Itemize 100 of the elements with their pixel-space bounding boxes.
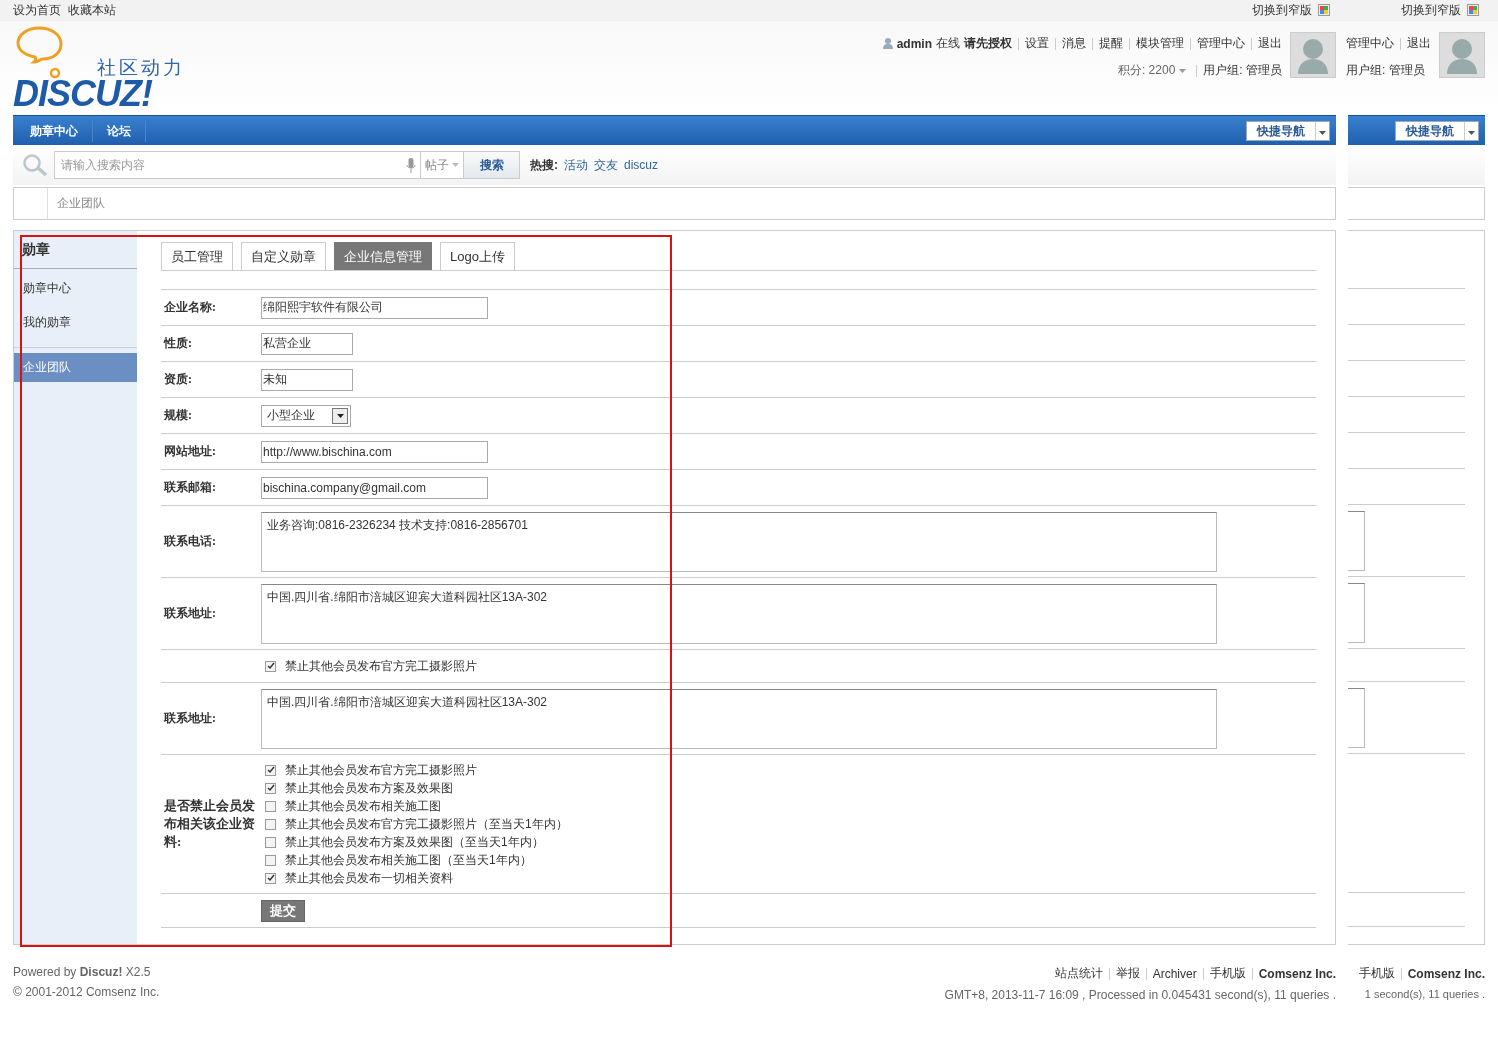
checkbox[interactable] (265, 782, 276, 794)
top-link[interactable]: 收藏本站 (68, 2, 116, 17)
user-menu-link[interactable]: 提醒 (1099, 35, 1123, 52)
text-field[interactable]: bischina.company@gmail.com (261, 476, 488, 499)
palette-icon (1467, 4, 1479, 16)
stats-text: 1 second(s), 11 queries . (1364, 988, 1485, 1000)
text-area[interactable]: 中国.四川省.绵阳市涪城区迎宾大道科园社区13A-302 (261, 688, 1217, 749)
checkbox-option[interactable]: 禁止其他会员发布官方完工摄影照片 (261, 763, 568, 777)
checkbox-option[interactable]: 禁止其他会员发布相关施工图（至当天1年内） (261, 853, 568, 867)
search-box[interactable]: 请输入搜索内容 (54, 151, 421, 179)
avatar[interactable] (1290, 32, 1336, 78)
top-link[interactable]: 设为首页 (13, 2, 61, 17)
user-menu-link[interactable]: 模块管理 (1136, 35, 1184, 52)
tab[interactable]: 员工管理 (161, 242, 233, 270)
sidebar-item[interactable]: 我的勋章 (14, 308, 137, 337)
breadcrumb-link[interactable]: 企业团队 (48, 188, 105, 219)
field-label: 联系地址: (162, 605, 217, 622)
checkbox[interactable] (265, 800, 276, 812)
field-label: 网站地址: (163, 443, 217, 460)
checkbox-option[interactable]: 禁止其他会员发布方案及效果图（至当天1年内） (261, 835, 568, 849)
checkbox[interactable] (265, 872, 276, 884)
text-field[interactable]: 未知 (261, 368, 353, 391)
avatar-silhouette-icon (1296, 36, 1330, 74)
text-field[interactable]: http://www.bischina.com (261, 440, 488, 463)
field-label: 联系电话: (162, 533, 217, 550)
field-label: 规模: (163, 407, 193, 424)
user-menu-link[interactable]: 退出 (1258, 35, 1282, 52)
user-menu-link[interactable]: 管理中心 (1197, 35, 1245, 52)
hot-search-link[interactable]: 交友 (594, 156, 618, 174)
footer-link[interactable]: 举报 (1115, 965, 1140, 982)
checkbox[interactable] (265, 836, 276, 848)
search-button[interactable]: 搜索 (464, 151, 520, 179)
microphone-icon (406, 157, 416, 173)
text-field[interactable]: 绵阳熙宇软件有限公司 (261, 296, 488, 319)
footer-link[interactable]: Archiver (1152, 966, 1197, 981)
search-field[interactable]: 请输入搜索内容 (55, 157, 406, 173)
caret-icon (1179, 68, 1187, 73)
checkbox[interactable] (265, 764, 276, 776)
search-icon (22, 153, 48, 177)
powered-by-text: Powered by Discuz! X2.5 (13, 965, 151, 979)
authorize-link[interactable]: 请先授权 (964, 35, 1012, 52)
usergroup-text: 用户组: 管理员 (1346, 62, 1425, 79)
checkbox[interactable] (265, 660, 276, 672)
quick-nav-button[interactable]: 快捷导航 (1395, 120, 1479, 141)
copyright-text: © 2001-2012 Comsenz Inc. (13, 985, 160, 999)
avatar-silhouette-icon (1445, 36, 1479, 74)
stats-text: GMT+8, 2013-11-7 16:09 , Processed in 0.045431 second(s), 11 queries . (944, 988, 1336, 1002)
user-menu-link[interactable]: 设置 (1025, 35, 1049, 52)
sidebar-title: 勋章 (14, 231, 137, 269)
company-link[interactable]: Comsenz Inc. (1258, 966, 1336, 981)
points-menu[interactable]: 积分: 2200 (1117, 62, 1187, 79)
checkbox-option[interactable]: 禁止其他会员发布官方完工摄影照片 (261, 659, 477, 673)
online-status: 在线 (936, 35, 960, 52)
field-label: 是否禁止会员发布相关该企业资料: (163, 797, 256, 851)
text-field[interactable]: 私营企业 (261, 332, 353, 355)
hot-search-link[interactable]: 活动 (564, 156, 588, 174)
user-menu-link[interactable]: 退出 (1407, 35, 1431, 52)
user-menu-link[interactable]: 管理中心 (1346, 35, 1394, 52)
field-label: 资质: (163, 371, 193, 388)
quick-nav-button[interactable]: 快捷导航 (1246, 120, 1330, 141)
site-logo[interactable]: 社区动力 DISCUZ! (13, 23, 193, 113)
user-menu-link[interactable]: 消息 (1062, 35, 1086, 52)
checkbox[interactable] (265, 818, 276, 830)
username-link[interactable]: admin (896, 36, 932, 51)
field-label: 性质: (162, 335, 193, 352)
narrow-switch-link[interactable]: 切换到窄版 (1401, 1, 1479, 19)
caret-icon (1319, 130, 1326, 135)
avatar[interactable] (1439, 32, 1485, 78)
nav-item[interactable]: 勋章中心 (16, 119, 93, 142)
search-type-dropdown[interactable]: 帖子 (421, 151, 464, 179)
tab[interactable]: 企业信息管理 (334, 242, 432, 270)
checkbox-option[interactable]: 禁止其他会员发布一切相关资料 (261, 871, 568, 885)
tab[interactable]: Logo上传 (440, 242, 515, 270)
footer-link[interactable]: 站点统计 (1054, 965, 1103, 982)
sidebar-item[interactable]: 勋章中心 (14, 274, 137, 303)
tab[interactable]: 自定义勋章 (241, 242, 326, 270)
caret-icon (452, 163, 459, 167)
text-area[interactable]: 中国.四川省.绵阳市涪城区迎宾大道科园社区13A-302 (261, 583, 1217, 644)
checkbox-option[interactable]: 禁止其他会员发布方案及效果图 (261, 781, 568, 795)
caret-icon (336, 413, 344, 418)
company-link[interactable]: Comsenz Inc. (1407, 966, 1485, 981)
narrow-switch-link[interactable]: 切换到窄版 (1252, 1, 1330, 19)
checkbox-option[interactable]: 禁止其他会员发布相关施工图 (261, 799, 568, 813)
submit-button[interactable]: 提交 (261, 899, 305, 922)
palette-icon (1318, 4, 1330, 16)
checkbox[interactable] (265, 854, 276, 866)
footer-link[interactable]: 手机版 (1209, 965, 1246, 982)
nav-item[interactable]: 论坛 (93, 119, 146, 142)
hot-search-label: 热搜: (530, 156, 558, 174)
footer-link[interactable]: 手机版 (1358, 965, 1395, 982)
text-area[interactable]: 业务咨询:0816-2326234 技术支持:0816-2856701 (261, 511, 1217, 572)
caret-icon (1468, 130, 1475, 135)
field-label: 联系地址: (162, 710, 217, 727)
usergroup-text: 用户组: 管理员 (1203, 62, 1282, 79)
field-label: 企业名称: (163, 299, 217, 316)
hot-search-link[interactable]: discuz (624, 158, 658, 172)
checkbox-option[interactable]: 禁止其他会员发布官方完工摄影照片（至当天1年内） (261, 817, 568, 831)
user-icon (882, 38, 893, 49)
dropdown[interactable]: 小型企业 (261, 404, 351, 427)
field-label: 联系邮箱: (162, 479, 217, 496)
